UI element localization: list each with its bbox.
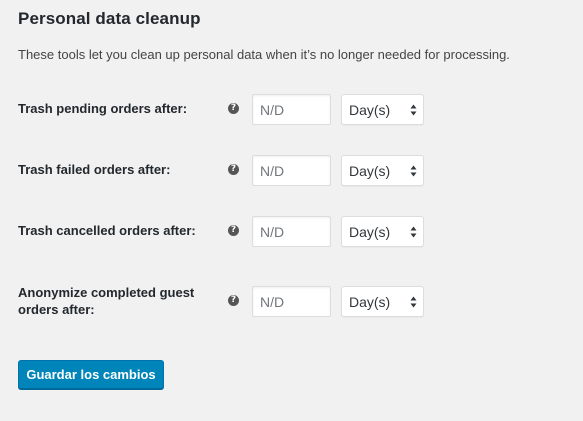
trash-failed-orders-unit-select[interactable]: Day(s) [341, 155, 424, 186]
trash-cancelled-orders-input[interactable] [252, 216, 331, 247]
anonymize-guest-orders-input[interactable] [252, 286, 331, 317]
trash-pending-orders-unit-select[interactable]: Day(s) [341, 94, 424, 125]
save-changes-button[interactable]: Guardar los cambios [18, 360, 164, 389]
unit-select-value: Day(s) [349, 224, 391, 240]
unit-select-value: Day(s) [349, 163, 391, 179]
select-arrows-icon [410, 296, 417, 308]
section-title: Personal data cleanup [18, 9, 201, 28]
select-arrows-icon [410, 226, 417, 238]
trash-pending-orders-input[interactable] [252, 94, 331, 125]
unit-select-value: Day(s) [349, 294, 391, 310]
trash-cancelled-orders-unit-select[interactable]: Day(s) [341, 216, 424, 247]
setting-label-anonymize: Anonymize completed guest orders after: [18, 285, 195, 317]
help-tip-icon[interactable]: ? [228, 225, 239, 236]
anonymize-guest-orders-unit-select[interactable]: Day(s) [341, 286, 424, 317]
help-tip-icon[interactable]: ? [228, 164, 239, 175]
unit-select-value: Day(s) [349, 102, 391, 118]
setting-label-failed: Trash failed orders after: [18, 162, 171, 177]
trash-failed-orders-input[interactable] [252, 155, 331, 186]
help-tip-icon[interactable]: ? [228, 295, 239, 306]
setting-label-pending: Trash pending orders after: [18, 101, 188, 116]
help-tip-icon[interactable]: ? [228, 103, 239, 114]
section-description: These tools let you clean up personal da… [18, 47, 510, 62]
setting-label-cancelled: Trash cancelled orders after: [18, 223, 196, 238]
select-arrows-icon [410, 165, 417, 177]
select-arrows-icon [410, 104, 417, 116]
